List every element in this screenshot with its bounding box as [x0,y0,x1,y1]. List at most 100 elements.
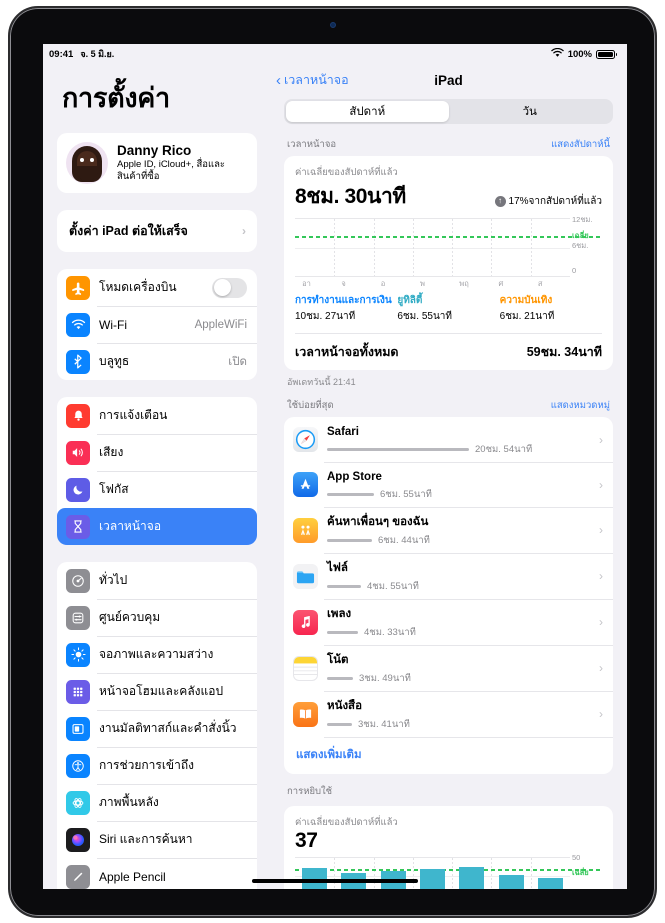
app-name: เพลง [327,608,352,620]
pickups-section-header: การหยิบใช้ [284,784,613,803]
sidebar-item-focus[interactable]: โฟกัส [57,471,257,508]
back-button[interactable]: ‹ เวลาหน้าจอ [276,70,349,90]
pickups-y-tick-50: 50 [572,853,581,862]
app-usage-meter: 20ชม. 54นาที [327,442,590,457]
chevron-right-icon: › [599,661,603,675]
list-item[interactable]: โน้ต 3ชม. 49นาที › [284,645,613,691]
average-label: ค่าเฉลี่ยของสัปดาห์ที่แล้ว [295,167,398,178]
y-tick-6: 6ชม. [572,241,589,251]
app-usage-meter: 4ชม. 33นาที [327,625,590,640]
app-time: 4ชม. 55นาที [367,581,419,592]
sidebar-item-label: Wi-Fi [99,317,127,332]
legend-item-productivity[interactable]: การทำงานและการเงิน 10ชม. 27นาที [295,293,397,324]
pickups-chart: 50 เฉลี่ย 0 [295,853,602,889]
detail-scroll-area[interactable]: สัปดาห์ วัน เวลาหน้าจอ แสดงสัปดาห์นี้ ค่… [270,96,627,889]
list-item[interactable]: เพลง 4ชม. 33นาที › [284,599,613,645]
screen-time-chart: 12ชม. เฉลี่ย 6ชม. 0 อา จ อ พ พฤ ศ ส [295,215,602,290]
sidebar-item-finish-setup[interactable]: ตั้งค่า iPad ต่อให้เสร็จ › [57,210,257,252]
status-date: จ. 5 มิ.ย. [80,49,115,59]
sidebar-item-control-center[interactable]: ศูนย์ควบคุม [57,599,257,636]
account-subtitle: Apple ID, iCloud+, สื่อและสินค้าที่ซื้อ [117,159,226,183]
bluetooth-icon [66,349,90,374]
pickup-bar-thu [459,866,485,889]
app-time: 6ชม. 44นาที [378,535,430,546]
pickups-plot-area [295,857,602,889]
sidebar-item-multitasking-gestures[interactable]: งานมัลติทาสก์และคำสั่งนิ้ว [57,710,257,747]
list-item[interactable]: App Store 6ชม. 55นาที › [284,462,613,507]
sidebar-item-apple-account[interactable]: Danny Rico Apple ID, iCloud+, สื่อและสิน… [57,133,257,193]
battery-full-icon [596,49,617,59]
total-value: 59ชม. 34นาที [526,345,602,359]
updated-timestamp: อัพเดทวันนี้ 21:41 [287,377,356,387]
category-legend: การทำงานและการเงิน 10ชม. 27นาที ยูทิลิตี… [295,290,602,333]
chart-x-axis-labels: อา จ อ พ พฤ ศ ส [295,278,570,290]
list-item[interactable]: ค้นหาเพื่อนๆ ของฉัน 6ชม. 44นาที › [284,507,613,553]
home-indicator[interactable] [252,879,418,883]
sidebar-item-siri-search[interactable]: Siri และการค้นหา [57,821,257,858]
show-more-button[interactable]: แสดงเพิ่มเติม [284,737,613,774]
bell-icon [66,403,90,428]
app-name: ไฟล์ [327,562,348,574]
chart-y-axis-labels: 12ชม. เฉลี่ย 6ชม. 0 [570,214,602,277]
sidebar-item-bluetooth[interactable]: บลูทูธ เปิด [57,343,257,380]
sidebar-item-label: เสียง [99,445,124,459]
legend-item-entertainment[interactable]: ความบันเทิง 6ชม. 21นาที [500,293,602,324]
general-group: ทั่วไป ศูนย์ควบคุม จอภาพและความสว่าง หน้… [57,562,257,889]
split-view: การตั้งค่า Danny Rico Apple ID, iCloud+,… [43,64,627,889]
screen-time-section-header: เวลาหน้าจอ แสดงสัปดาห์นี้ [284,137,613,156]
period-segmented-control[interactable]: สัปดาห์ วัน [284,99,613,124]
show-this-week-link[interactable]: แสดงสัปดาห์นี้ [551,137,610,152]
list-item[interactable]: หนังสือ 3ชม. 41นาที › [284,691,613,737]
page-title: การตั้งค่า [62,83,170,113]
finish-setup-label: ตั้งค่า iPad ต่อให้เสร็จ [69,224,188,238]
airplane-icon [66,275,90,300]
chevron-left-icon: ‹ [276,71,281,89]
sidebar-item-label: การแจ้งเตือน [99,408,168,422]
chart-plot-area [295,218,602,277]
sidebar-item-airplane-mode[interactable]: โหมดเครื่องบิน [57,269,257,306]
segment-day[interactable]: วัน [449,101,612,122]
wifi-icon [66,312,90,337]
sidebar-item-home-screen-app-library[interactable]: หน้าจอโฮมและคลังแอป [57,673,257,710]
sidebar-item-accessibility[interactable]: การช่วยการเข้าถึง [57,747,257,784]
airplane-mode-toggle[interactable] [212,277,247,298]
list-item[interactable]: ไฟล์ 4ชม. 55นาที › [284,553,613,599]
sidebar-item-wifi[interactable]: Wi-Fi AppleWiFi [57,306,257,343]
sidebar-item-notifications[interactable]: การแจ้งเตือน [57,397,257,434]
app-usage-meter: 6ชม. 55นาที [327,487,590,502]
sidebar-item-label: โหมดเครื่องบิน [99,280,177,294]
sidebar-item-screen-time[interactable]: เวลาหน้าจอ [57,508,257,545]
x-tick-3: พ [419,279,425,288]
pickups-y-axis-labels: 50 เฉลี่ย 0 [570,853,602,889]
wallpaper-icon [66,790,90,815]
sidebar-item-display-brightness[interactable]: จอภาพและความสว่าง [57,636,257,673]
list-item[interactable]: Safari 20ชม. 54นาที › [284,417,613,462]
show-categories-link[interactable]: แสดงหมวดหมู่ [551,398,610,413]
total-screen-time-row[interactable]: เวลาหน้าจอทั้งหมด 59ชม. 34นาที [295,333,602,370]
status-bar-left: 09:41 จ. 5 มิ.ย. [49,47,114,61]
app-usage-meter: 3ชม. 41นาที [327,717,590,732]
setup-card: ตั้งค่า iPad ต่อให้เสร็จ › [57,210,257,252]
brightness-icon [66,642,90,667]
connectivity-group: โหมดเครื่องบิน Wi-Fi AppleWiFi บลูทูธ เป… [57,269,257,380]
pickups-y-average-label: เฉลี่ย [572,867,589,877]
pickup-bar-wed [419,869,445,889]
navigation-bar: ‹ เวลาหน้าจอ iPad [270,64,627,96]
segment-week[interactable]: สัปดาห์ [286,101,449,122]
ipad-device-frame: 09:41 จ. 5 มิ.ย. 100% การตั้งค่า Danny R… [8,6,657,918]
x-tick-0: อา [302,279,311,288]
y-tick-0: 0 [572,266,577,276]
sidebar-item-general[interactable]: ทั่วไป [57,562,257,599]
account-name: Danny Rico [117,142,192,158]
x-tick-1: จ [341,279,346,288]
sidebar-item-apple-pencil[interactable]: Apple Pencil [57,858,257,889]
safari-icon [293,427,318,452]
sidebar-item-wallpaper[interactable]: ภาพพื้นหลัง [57,784,257,821]
status-bar: 09:41 จ. 5 มิ.ย. 100% [43,44,627,64]
music-icon [293,609,318,635]
legend-item-utilities[interactable]: ยูทิลิตี้ 6ชม. 55นาที [397,293,499,324]
sidebar-item-sounds[interactable]: เสียง [57,434,257,471]
app-name: หนังสือ [327,700,362,712]
legend-label: ความบันเทิง [499,295,553,306]
settings-sidebar[interactable]: การตั้งค่า Danny Rico Apple ID, iCloud+,… [43,64,270,889]
